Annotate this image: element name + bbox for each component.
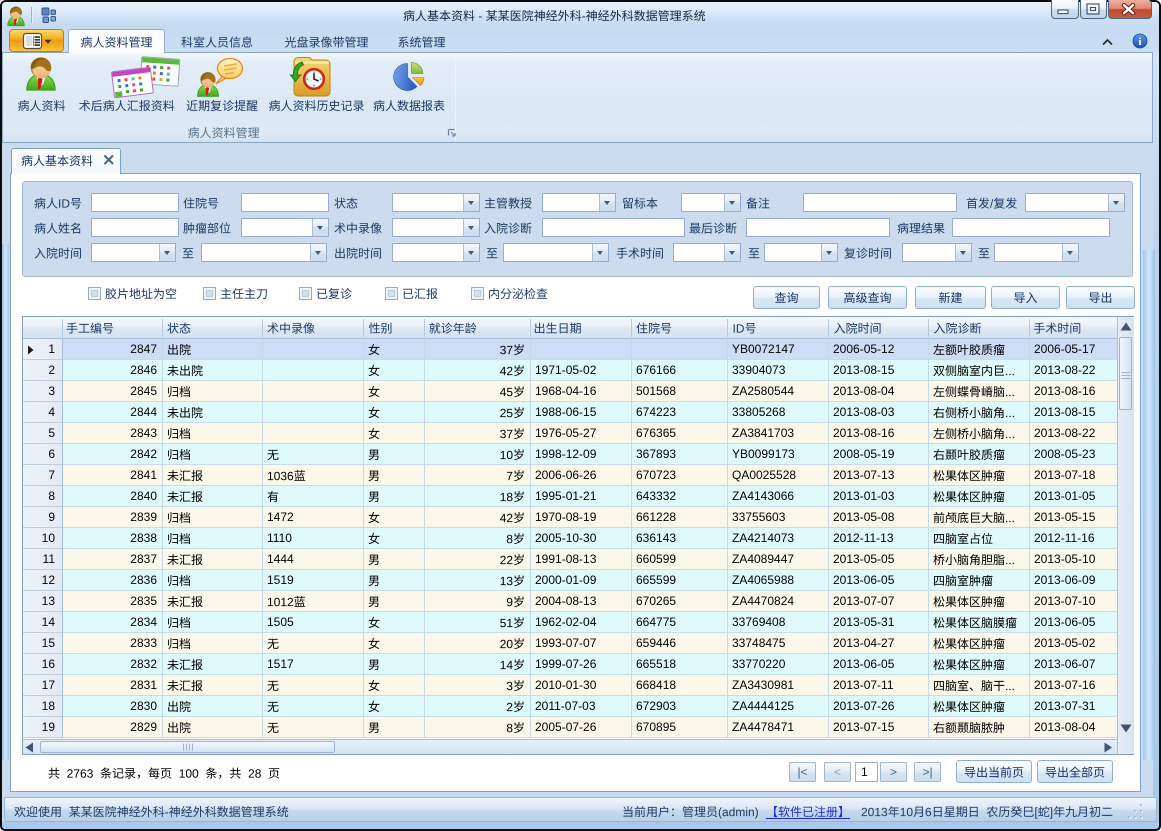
svg-text:i: i xyxy=(1138,36,1141,48)
